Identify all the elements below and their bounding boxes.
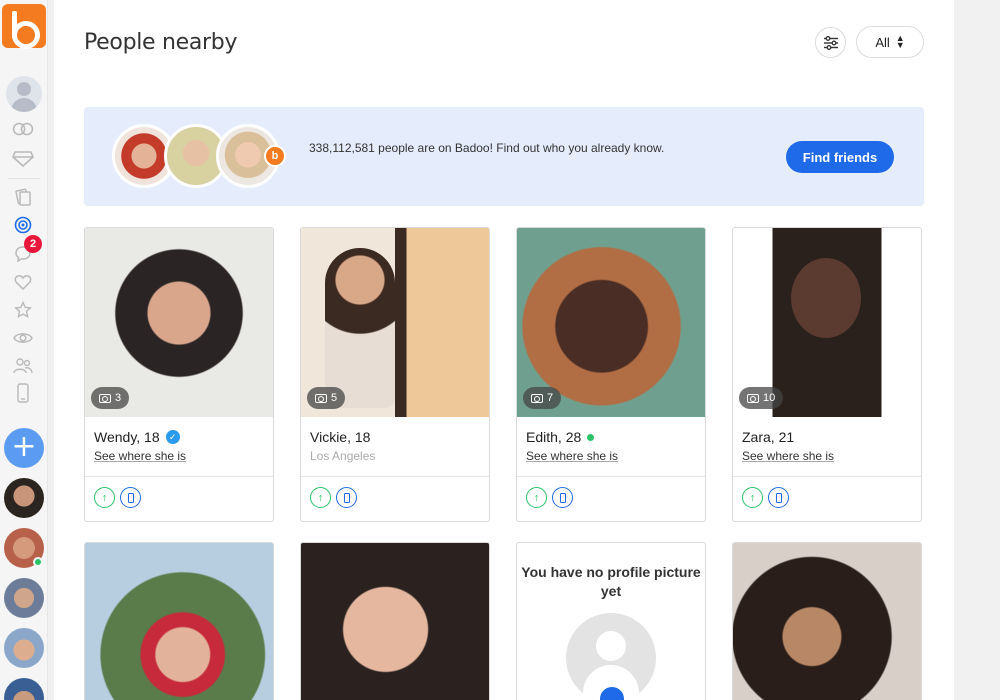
mobile-icon[interactable] — [336, 487, 357, 508]
camera-icon — [315, 393, 327, 403]
card-actions: ↑ — [733, 477, 921, 521]
photo-count: 5 — [331, 392, 338, 404]
no-profile-picture-card[interactable]: You have no profile picture yet — [516, 542, 706, 700]
arrow-up-icon[interactable]: ↑ — [310, 487, 331, 508]
profile-name[interactable]: Vickie, 18 — [310, 429, 370, 445]
camera-icon — [531, 393, 543, 403]
card-actions: ↑ — [517, 477, 705, 521]
person-silhouette — [325, 248, 395, 408]
profile-card[interactable]: 10 Zara, 21 See where she is ↑ — [732, 227, 922, 522]
profile-name-row: Wendy, 18 ✓ — [94, 429, 273, 445]
see-location-link[interactable]: See where she is — [94, 449, 273, 463]
see-location-link[interactable]: See where she is — [742, 449, 921, 463]
gender-filter-select[interactable]: All ▲ ▼ — [856, 26, 924, 58]
card-info: Zara, 21 See where she is — [733, 417, 921, 477]
photo-count-badge: 7 — [523, 387, 562, 409]
camera-icon — [99, 393, 111, 403]
page-title: People nearby — [84, 30, 238, 55]
no-profile-text: You have no profile picture yet — [521, 564, 701, 599]
photo-count: 3 — [115, 392, 122, 404]
badoo-logo[interactable] — [2, 4, 46, 49]
premium-diamond-icon[interactable] — [12, 150, 34, 168]
camera-icon — [747, 393, 759, 403]
location-text: Los Angeles — [310, 449, 376, 463]
see-location-link[interactable]: See where she is — [526, 449, 705, 463]
favourites-icon[interactable] — [12, 301, 34, 319]
encounters-icon[interactable] — [12, 120, 34, 138]
profile-name-row: Edith, 28 — [526, 429, 705, 445]
profile-card[interactable]: 3 Wendy, 18 ✓ See where she is ↑ — [84, 227, 274, 522]
mobile-icon[interactable] — [768, 487, 789, 508]
profile-name[interactable]: Zara, 21 — [742, 429, 794, 445]
right-gutter — [954, 0, 1000, 700]
profile-name[interactable]: Wendy, 18 — [94, 429, 160, 445]
filter-settings-button[interactable] — [815, 27, 846, 58]
profile-photo[interactable] — [85, 543, 273, 700]
profile-photo[interactable]: 3 — [85, 228, 273, 417]
card-actions: ↑ — [85, 477, 273, 521]
banner-text: 338,112,581 people are on Badoo! Find ou… — [309, 141, 665, 155]
arrow-up-icon[interactable]: ↑ — [742, 487, 763, 508]
photo-count-badge: 3 — [91, 387, 130, 409]
online-indicator — [33, 557, 43, 567]
visitors-icon[interactable] — [12, 329, 34, 347]
chat-avatar[interactable] — [4, 628, 44, 668]
profile-photo[interactable] — [301, 543, 489, 700]
online-indicator — [587, 433, 595, 441]
friends-icon[interactable] — [12, 357, 34, 375]
profile-photo[interactable]: 10 — [733, 228, 921, 417]
badoo-badge-icon: b — [264, 145, 286, 167]
profile-name-row: Zara, 21 — [742, 429, 921, 445]
profile-card[interactable] — [84, 542, 274, 700]
sidebar-divider — [8, 178, 40, 179]
people-nearby-icon[interactable] — [12, 216, 34, 234]
mobile-icon[interactable] — [12, 383, 34, 403]
likes-icon[interactable] — [12, 273, 34, 291]
chat-avatar[interactable] — [4, 478, 44, 518]
photo-count: 7 — [547, 392, 554, 404]
profile-photo[interactable] — [733, 543, 921, 700]
profile-card[interactable] — [732, 542, 922, 700]
messages-badge: 2 — [24, 235, 42, 253]
mobile-icon[interactable] — [552, 487, 573, 508]
sliders-icon — [823, 35, 838, 50]
chat-avatar[interactable] — [4, 578, 44, 618]
sidebar: 2 + — [0, 0, 48, 700]
profile-avatar-icon[interactable] — [6, 76, 42, 112]
add-button[interactable]: + — [4, 428, 44, 468]
card-info: Edith, 28 See where she is — [517, 417, 705, 477]
photo-count: 10 — [763, 392, 776, 404]
app-window: 2 + People nearby All ▲ ▼ b 338,112,581 … — [0, 0, 1000, 700]
mobile-icon[interactable] — [120, 487, 141, 508]
profile-card[interactable]: 7 Edith, 28 See where she is ↑ — [516, 227, 706, 522]
cards-icon[interactable] — [12, 188, 34, 206]
profile-card[interactable] — [300, 542, 490, 700]
main-content: People nearby All ▲ ▼ b 338,112,581 peopl… — [54, 0, 954, 700]
select-arrows-icon: ▲ ▼ — [895, 33, 905, 50]
arrow-up-icon[interactable]: ↑ — [526, 487, 547, 508]
photo-count-badge: 10 — [739, 387, 784, 409]
profile-photo[interactable]: 7 — [517, 228, 705, 417]
profile-name[interactable]: Edith, 28 — [526, 429, 581, 445]
card-actions: ↑ — [301, 477, 489, 521]
card-info: Wendy, 18 ✓ See where she is — [85, 417, 273, 477]
photo-count-badge: 5 — [307, 387, 346, 409]
profile-card[interactable]: 5 Vickie, 18 Los Angeles ↑ — [300, 227, 490, 522]
card-info: Vickie, 18 Los Angeles — [301, 417, 489, 477]
gender-filter-value: All — [875, 34, 890, 50]
profile-photo[interactable]: 5 — [301, 228, 489, 417]
find-friends-button[interactable]: Find friends — [786, 141, 894, 173]
arrow-up-icon[interactable]: ↑ — [94, 487, 115, 508]
face-shape — [791, 258, 861, 338]
verified-icon: ✓ — [165, 430, 180, 444]
find-friends-banner: b 338,112,581 people are on Badoo! Find … — [84, 107, 924, 206]
profile-name-row: Vickie, 18 — [310, 429, 489, 445]
chat-avatar[interactable] — [4, 678, 44, 700]
